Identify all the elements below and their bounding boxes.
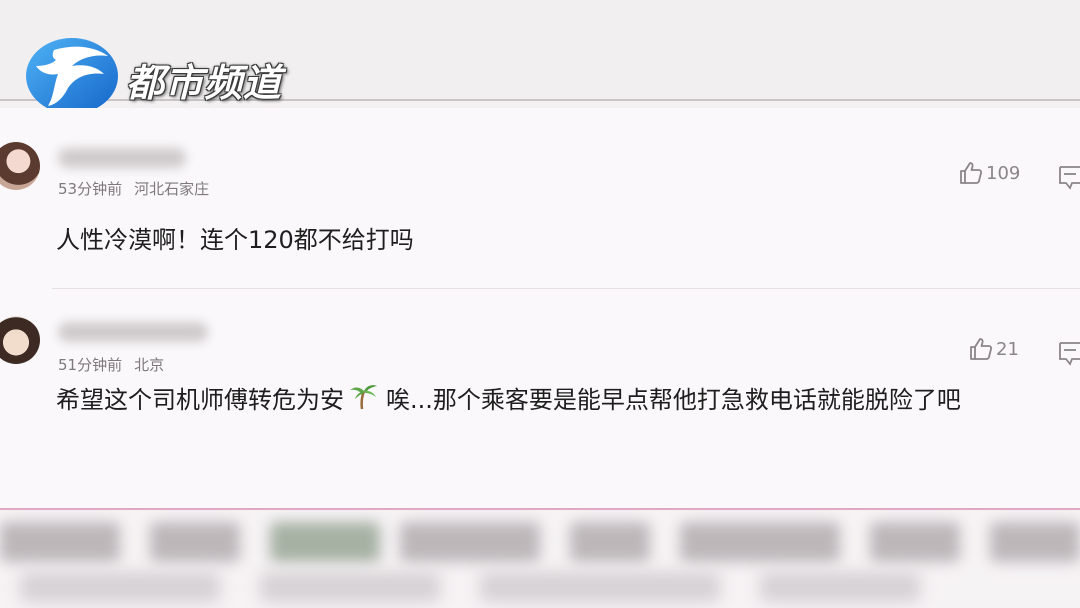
- comment-text: 人性冷漠啊！连个120都不给打吗: [56, 226, 414, 254]
- blurred-comment-area: [0, 508, 1080, 608]
- thumbs-up-icon: [960, 162, 983, 184]
- reply-icon[interactable]: [1058, 164, 1080, 190]
- comment-item: 53分钟前 河北石家庄 人性冷漠啊！连个120都不给打吗 109: [0, 108, 1080, 288]
- username-blurred: [58, 322, 208, 342]
- reply-icon[interactable]: [1058, 340, 1080, 366]
- channel-name: 都市频道: [126, 61, 283, 105]
- like-button[interactable]: 21: [968, 336, 1019, 362]
- comment-text: 希望这个司机师傅转危为安 唉...那个乘客要是能早点帮他打急救电话就能脱险了吧: [56, 376, 1066, 424]
- station-logo-icon: [24, 36, 120, 116]
- comment-time: 53分钟前: [58, 180, 123, 198]
- avatar[interactable]: [0, 316, 40, 364]
- blurred-text-row: [0, 522, 1080, 562]
- comment-list: 53分钟前 河北石家庄 人性冷漠啊！连个120都不给打吗 109 51分钟前 北京 …: [0, 108, 1080, 508]
- avatar[interactable]: [0, 142, 40, 190]
- comment-time: 51分钟前: [58, 356, 123, 374]
- comment-text-part: 希望这个司机师傅转危为安: [56, 386, 344, 414]
- bottom-divider: [0, 508, 1080, 510]
- blurred-text-row: [0, 572, 1080, 602]
- comment-meta: 53分钟前 河北石家庄: [58, 178, 209, 199]
- comment-separator: [52, 288, 1080, 289]
- like-button[interactable]: 109: [958, 160, 1020, 186]
- palm-tree-icon: [350, 385, 377, 410]
- comment-meta: 51分钟前 北京: [58, 354, 164, 375]
- like-count: 21: [996, 338, 1019, 360]
- comment-location: 河北石家庄: [134, 180, 210, 198]
- comment-text-part: 唉...那个乘客要是能早点帮他打急救电话就能脱险了吧: [386, 386, 961, 414]
- comment-location: 北京: [134, 356, 165, 374]
- username-blurred: [58, 148, 186, 168]
- comment-item: 51分钟前 北京 希望这个司机师傅转危为安 唉...那个乘客要是能早点帮他打急救电…: [0, 290, 1080, 508]
- like-count: 109: [986, 162, 1021, 184]
- thumbs-up-icon: [970, 338, 993, 360]
